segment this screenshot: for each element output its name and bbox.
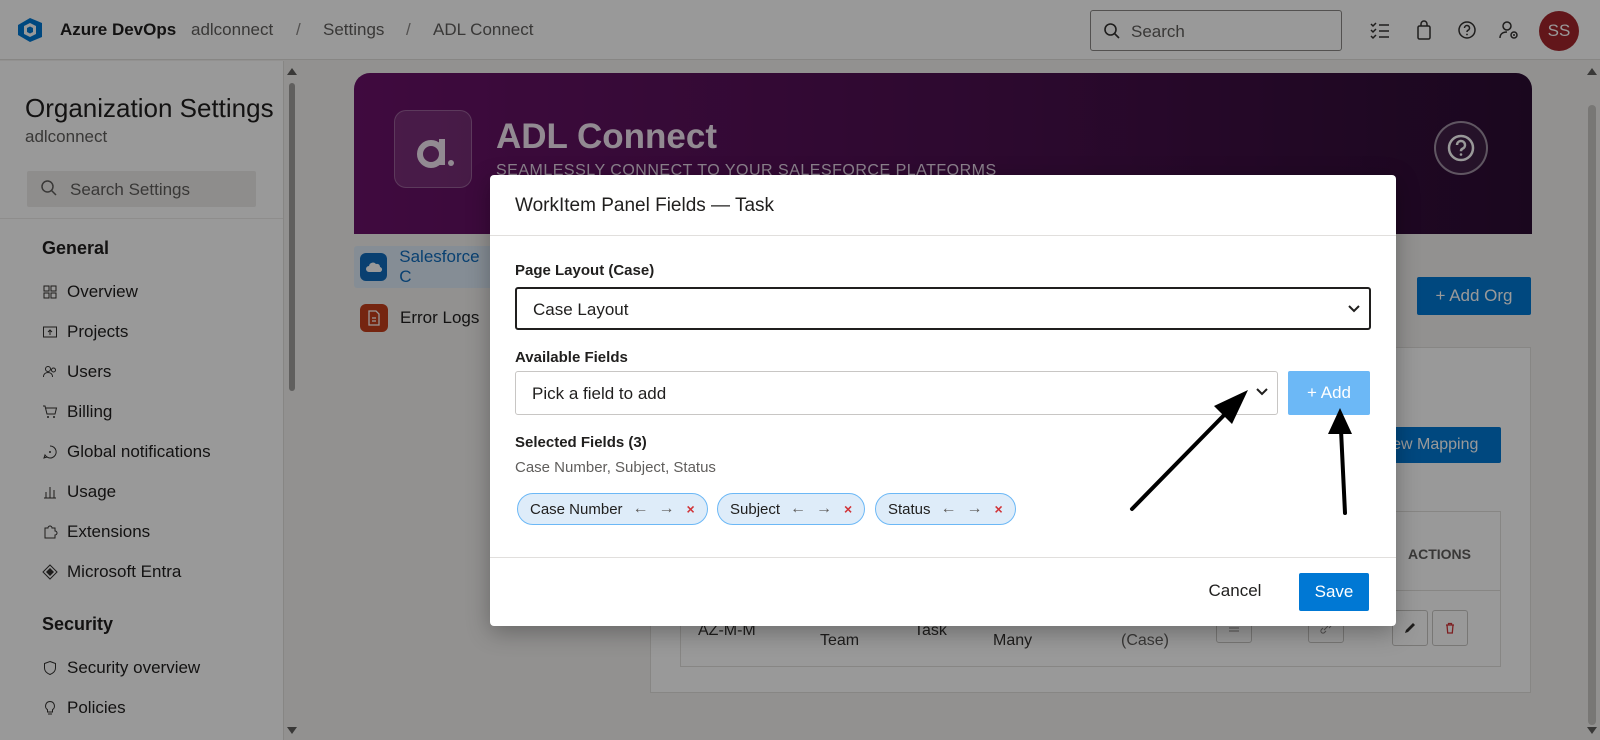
available-fields-label: Available Fields [515,349,628,366]
move-right-icon[interactable]: → [816,500,832,518]
remove-icon[interactable]: × [687,501,695,517]
move-right-icon[interactable]: → [967,500,983,518]
available-fields-select[interactable]: Pick a field to add [515,371,1278,415]
remove-icon[interactable]: × [844,501,852,517]
divider [490,235,1396,236]
add-field-button[interactable]: + Add [1288,371,1370,415]
move-left-icon[interactable]: ← [790,500,806,518]
workitem-panel-fields-dialog: WorkItem Panel Fields — Task Page Layout… [490,175,1396,626]
available-fields-placeholder: Pick a field to add [532,384,667,403]
cancel-button[interactable]: Cancel [1200,573,1270,609]
chip-label: Subject [730,500,781,518]
field-chip-subject: Subject ← → × [717,493,866,525]
page-layout-value: Case Layout [533,300,629,319]
move-right-icon[interactable]: → [659,500,675,518]
page-layout-select[interactable]: Case Layout [515,287,1371,330]
chevron-down-icon [1256,388,1268,396]
divider [490,557,1396,558]
page-layout-label: Page Layout (Case) [515,262,655,279]
dialog-title: WorkItem Panel Fields — Task [515,195,775,216]
selected-fields-summary: Case Number, Subject, Status [515,459,716,476]
selected-fields-label: Selected Fields (3) [515,434,647,451]
move-left-icon[interactable]: ← [941,500,957,518]
chip-label: Case Number [530,500,623,518]
move-left-icon[interactable]: ← [633,500,649,518]
chip-label: Status [888,500,931,518]
field-chip-case-number: Case Number ← → × [517,493,708,525]
save-button[interactable]: Save [1299,573,1369,611]
field-chip-status: Status ← → × [875,493,1016,525]
chevron-down-icon [1348,305,1360,313]
remove-icon[interactable]: × [995,501,1003,517]
